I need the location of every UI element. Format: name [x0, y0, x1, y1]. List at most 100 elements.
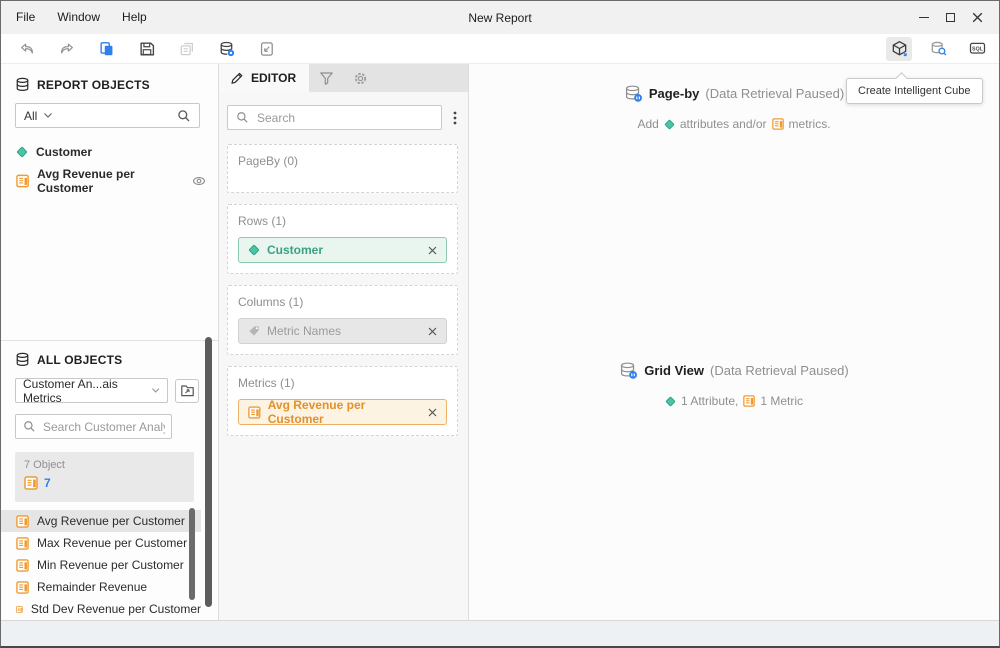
create-intelligent-cube-button[interactable] — [886, 37, 912, 61]
search-icon — [177, 109, 191, 123]
zone-label: Rows (1) — [238, 214, 447, 228]
chip-label: Metric Names — [267, 324, 341, 338]
pencil-icon — [230, 71, 244, 85]
list-item[interactable]: Min Revenue per Customer — [1, 554, 201, 576]
export-button[interactable] — [254, 37, 280, 61]
report-objects-heading: REPORT OBJECTS — [37, 78, 150, 92]
toolbar-right-group — [886, 37, 999, 61]
chip-attribute[interactable]: Customer — [238, 237, 447, 263]
save-icon — [139, 41, 155, 57]
menu-file[interactable]: File — [8, 1, 46, 34]
tooltip-text: Create Intelligent Cube — [858, 85, 971, 97]
add-dataset-icon — [219, 41, 235, 57]
chevron-down-icon — [43, 112, 53, 119]
metric-icon — [248, 406, 261, 419]
manage-datasets-icon — [179, 41, 195, 57]
editor-search-input[interactable] — [227, 105, 442, 130]
browse-folder-button[interactable] — [175, 379, 199, 403]
export-icon — [259, 41, 275, 57]
tab-filter[interactable] — [309, 64, 343, 92]
filter-value: All — [24, 109, 37, 123]
paste-button[interactable] — [94, 37, 120, 61]
remove-chip-button[interactable] — [428, 327, 437, 336]
close-icon — [428, 408, 437, 417]
list-item[interactable]: Avg Revenue per Customer — [1, 510, 201, 532]
redo-button[interactable] — [54, 37, 80, 61]
tab-settings[interactable] — [343, 64, 377, 92]
pageby-title: Page-by — [649, 86, 700, 101]
all-objects-search-input[interactable] — [15, 414, 172, 439]
dropzone-columns[interactable]: Columns (1) Metric Names — [227, 285, 458, 355]
chevron-down-icon — [151, 387, 160, 394]
search-icon — [236, 111, 249, 124]
close-button[interactable] — [964, 7, 991, 29]
tab-editor[interactable]: EDITOR — [219, 64, 309, 92]
gridview-section[interactable]: Grid View (Data Retrieval Paused) 1 Attr… — [469, 361, 999, 408]
visibility-toggle[interactable] — [192, 174, 206, 188]
menu-help[interactable]: Help — [111, 1, 158, 34]
sidebar-scrollbar[interactable] — [205, 337, 212, 607]
list-item[interactable]: Avg Revenue per Customer — [1, 163, 218, 199]
dropzone-pageby[interactable]: PageBy (0) — [227, 144, 458, 193]
report-objects-section: REPORT OBJECTS All Customer Avg Revenu — [1, 64, 218, 340]
minimize-icon — [919, 17, 929, 18]
list-item[interactable]: Max Revenue per Customer — [1, 532, 201, 554]
database-paused-icon — [619, 361, 638, 380]
metric-icon — [743, 395, 755, 407]
metric-icon — [16, 515, 29, 528]
menu-window[interactable]: Window — [46, 1, 111, 34]
all-objects-folder-dropdown[interactable]: Customer An...ais Metrics — [15, 378, 168, 403]
view-sql-data-button[interactable] — [925, 37, 951, 61]
metric-icon — [772, 118, 784, 130]
add-dataset-button[interactable] — [214, 37, 240, 61]
intelligent-cube-icon — [891, 40, 908, 57]
object-label: Min Revenue per Customer — [37, 558, 184, 572]
paste-icon — [99, 41, 115, 57]
maximize-button[interactable] — [937, 7, 964, 29]
main-area: REPORT OBJECTS All Customer Avg Revenu — [1, 64, 999, 620]
report-canvas: Page-by (Data Retrieval Paused) Add attr… — [469, 64, 999, 620]
selection-summary-card: 7 Object 7 — [15, 452, 194, 502]
hint-text: attributes and/or — [680, 117, 767, 131]
dropzone-rows[interactable]: Rows (1) Customer — [227, 204, 458, 274]
minimize-button[interactable] — [910, 7, 937, 29]
kebab-icon — [453, 111, 457, 125]
list-item[interactable]: Std Dev Revenue per Customer — [1, 598, 201, 620]
chip-metric[interactable]: Avg Revenue per Customer — [238, 399, 447, 425]
sidebar: REPORT OBJECTS All Customer Avg Revenu — [1, 64, 219, 620]
title-bar: File Window Help New Report — [1, 1, 999, 34]
metric-icon — [16, 537, 29, 550]
editor-panel: EDITOR PageBy ( — [219, 64, 469, 620]
database-paused-icon — [624, 84, 643, 103]
object-label: Avg Revenue per Customer — [37, 514, 185, 528]
remove-chip-button[interactable] — [428, 246, 437, 255]
dropzone-metrics[interactable]: Metrics (1) Avg Revenue per Customer — [227, 366, 458, 436]
selection-count-value: 7 — [44, 476, 51, 490]
close-icon — [972, 12, 983, 23]
menu-bar: File Window Help — [1, 1, 158, 34]
gear-icon — [353, 71, 368, 86]
object-list-scrollbar[interactable] — [189, 508, 195, 600]
editor-options-button[interactable] — [447, 106, 462, 130]
app-window: File Window Help New Report — [0, 0, 1000, 648]
remove-chip-button[interactable] — [428, 408, 437, 417]
close-icon — [428, 246, 437, 255]
report-object-label: Customer — [36, 145, 92, 159]
save-button[interactable] — [134, 37, 160, 61]
hint-text: Add — [637, 117, 658, 131]
chip-metric-names[interactable]: Metric Names — [238, 318, 447, 344]
gridview-status: (Data Retrieval Paused) — [710, 363, 849, 378]
undo-button[interactable] — [14, 37, 40, 61]
list-item[interactable]: Customer — [1, 141, 218, 163]
zone-label: PageBy (0) — [238, 154, 447, 168]
maximize-icon — [946, 13, 955, 22]
report-object-label: Avg Revenue per Customer — [37, 167, 184, 195]
chip-label: Customer — [267, 243, 323, 257]
report-objects-filter-dropdown[interactable]: All — [15, 103, 200, 128]
folder-up-icon — [180, 383, 195, 398]
manage-datasets-button[interactable] — [174, 37, 200, 61]
attribute-icon — [248, 244, 260, 256]
metric-icon — [16, 581, 29, 594]
list-item[interactable]: Remainder Revenue — [1, 576, 201, 598]
view-sql-button[interactable] — [964, 37, 990, 61]
